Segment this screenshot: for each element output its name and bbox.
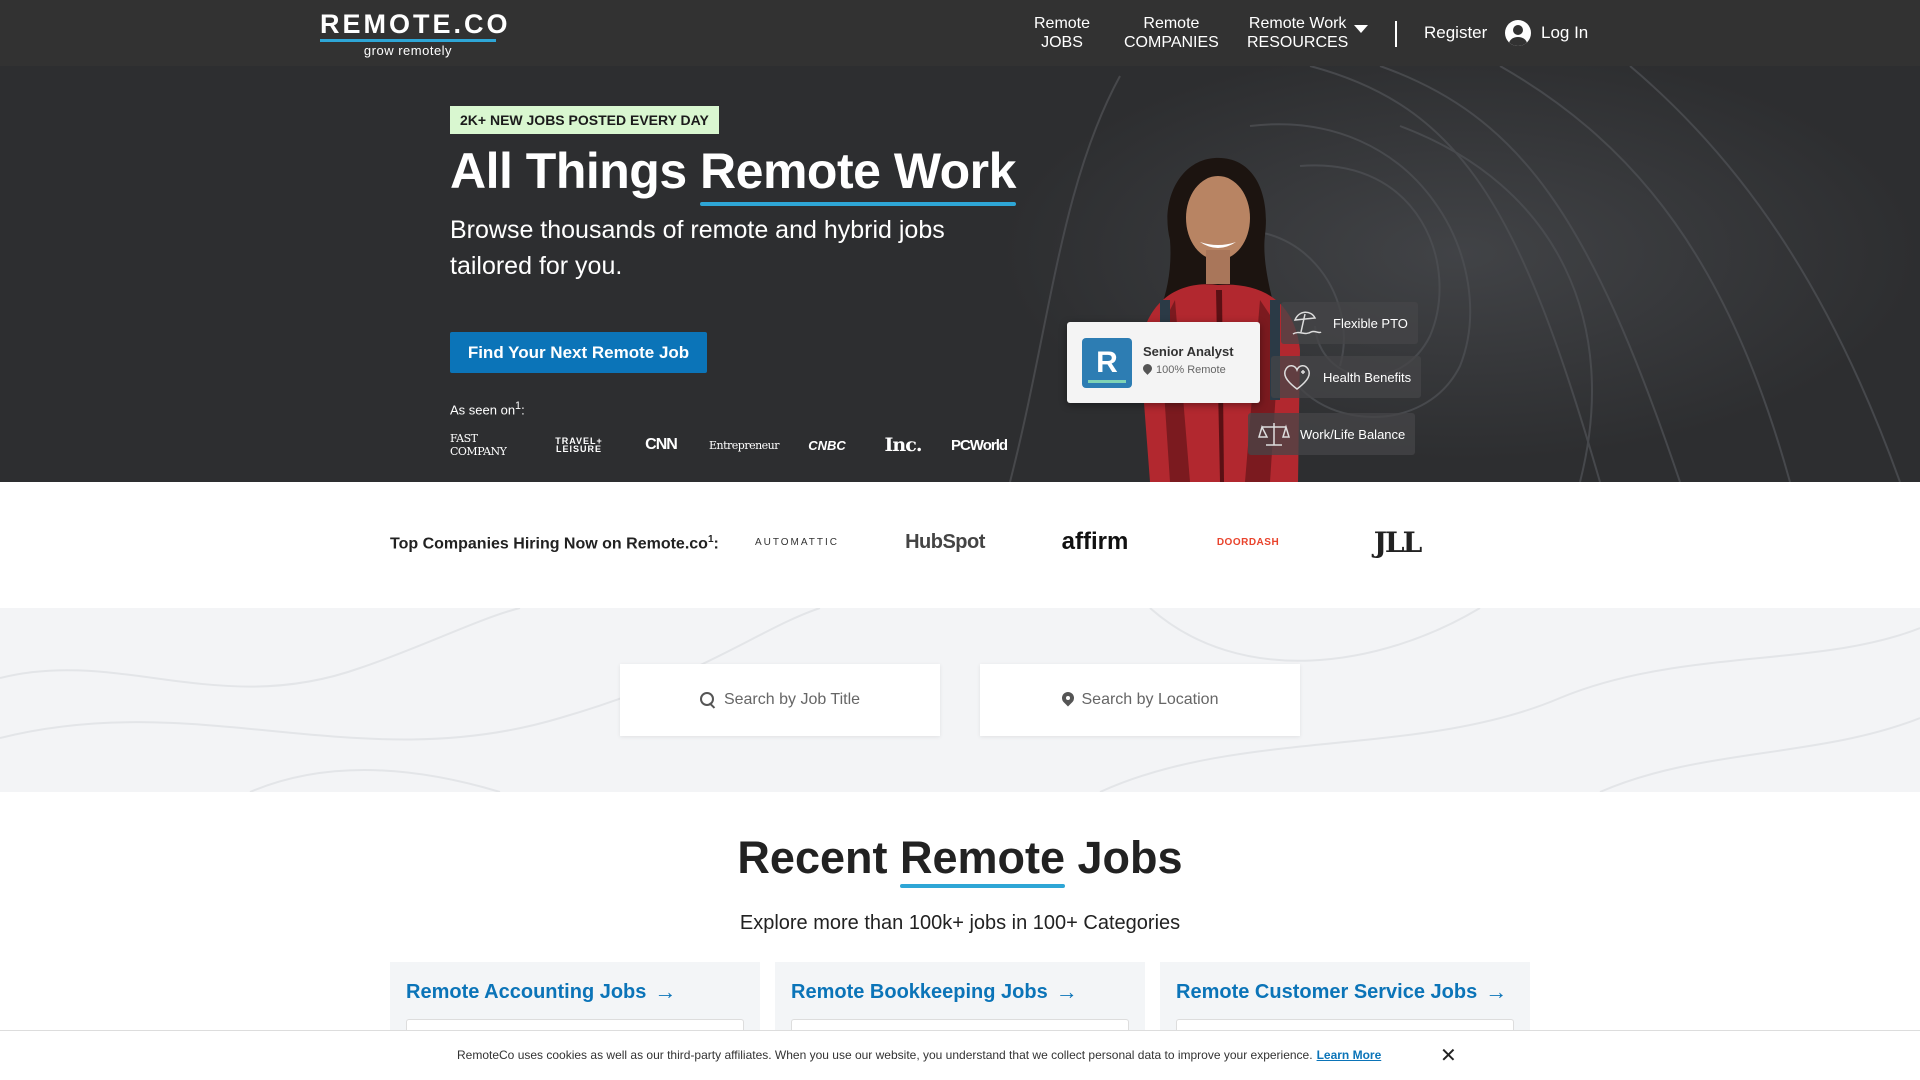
location-pin-icon [1062, 692, 1074, 708]
category-link-accounting-label: Remote Accounting Jobs [406, 980, 647, 1003]
top-navigation-bar: REMOTE.CO grow remotely Remote JOBS Remo… [0, 0, 1920, 66]
logo-underline [320, 39, 496, 42]
affirm-logo[interactable]: affirm [1040, 522, 1150, 562]
hero-title: All Things Remote Work [450, 142, 1016, 206]
nav-divider [1395, 21, 1397, 47]
recent-jobs-subtitle: Explore more than 100k+ jobs in 100+ Cat… [739, 912, 1181, 934]
hero-title-highlight: Remote Work [700, 143, 1016, 206]
recent-jobs-title: Recent Remote Jobs [0, 832, 1920, 888]
perk-health-benefits-label: Health Benefits [1323, 369, 1412, 385]
job-preview-card: R Senior Analyst 100% Remote [1067, 322, 1260, 403]
job-card-location-text: 100% Remote [1156, 364, 1226, 376]
chevron-down-icon [1354, 25, 1369, 33]
nav-remote-jobs-line2: JOBS [1041, 34, 1083, 51]
company-logo-icon: R [1082, 338, 1132, 388]
search-section: Search by Job Title Search by Location [0, 608, 1920, 792]
as-seen-on-label: As seen on1: [450, 400, 525, 418]
job-title-search-input[interactable]: Search by Job Title [620, 664, 940, 736]
nav-remote-companies-line1: Remote [1143, 15, 1200, 32]
nav-remote-companies-line2: COMPANIES [1124, 34, 1219, 51]
fast-company-logo: FAST COMPANY [450, 432, 507, 458]
cookie-message: RemoteCo uses cookies as well as our thi… [457, 1048, 1381, 1062]
category-link-bookkeeping-label: Remote Bookkeeping Jobs [791, 980, 1048, 1003]
cookie-banner: RemoteCo uses cookies as well as our thi… [0, 1030, 1920, 1080]
perk-work-life-balance-label: Work/Life Balance [1300, 426, 1406, 442]
nav-remote-companies[interactable]: Remote COMPANIES [1124, 14, 1219, 52]
remote-co-logo[interactable]: REMOTE.CO grow remotely [320, 10, 511, 58]
balance-scale-icon [1258, 423, 1290, 446]
heart-icon [1284, 365, 1310, 390]
register-link[interactable]: Register [1424, 23, 1487, 43]
category-link-bookkeeping[interactable]: Remote Bookkeeping Jobs → [791, 979, 1078, 1005]
job-card-location: 100% Remote [1143, 364, 1226, 376]
entrepreneur-logo: Entrepreneur [708, 438, 780, 452]
top-companies-label: Top Companies Hiring Now on Remote.co1: [390, 534, 719, 553]
cookie-message-text: RemoteCo uses cookies as well as our thi… [457, 1048, 1313, 1062]
top-companies-text: Top Companies Hiring Now on Remote.co [390, 535, 708, 553]
category-link-customer-service[interactable]: Remote Customer Service Jobs → [1176, 979, 1507, 1005]
login-label: Log In [1541, 23, 1589, 42]
nav-remote-jobs-line1: Remote [1034, 15, 1091, 32]
category-link-accounting[interactable]: Remote Accounting Jobs → [406, 979, 676, 1005]
logo-wordmark: REMOTE.CO [320, 9, 511, 39]
top-companies-section: Top Companies Hiring Now on Remote.co1: … [0, 482, 1920, 608]
cnbc-logo: CNBC [808, 437, 846, 453]
as-seen-on-text: As seen on [450, 402, 516, 418]
doordash-logo[interactable]: DOORDASH [1193, 522, 1303, 562]
location-pin-icon [1143, 364, 1152, 376]
press-logos: FAST COMPANY TRAVEL+ LEISURE CNN Entrepr… [450, 432, 1014, 458]
travel-leisure-logo: TRAVEL+ LEISURE [555, 436, 603, 454]
logo-tagline: grow remotely [363, 43, 453, 58]
login-link[interactable]: Log In [1505, 20, 1588, 46]
job-title-search-placeholder: Search by Job Title [723, 691, 861, 708]
location-search-placeholder: Search by Location [1081, 691, 1219, 708]
nav-resources-line2: RESOURCES [1247, 34, 1349, 51]
cnn-logo: CNN [645, 436, 678, 453]
beach-umbrella-icon [1292, 311, 1322, 335]
nav-remote-work-resources[interactable]: Remote Work RESOURCES [1247, 14, 1369, 52]
as-seen-on-footnote: 1 [515, 400, 522, 412]
close-icon[interactable]: ✕ [1440, 1043, 1457, 1068]
new-jobs-badge: 2K+ NEW JOBS POSTED EVERY DAY [450, 106, 719, 134]
recent-title-highlight: Remote [899, 832, 1066, 888]
arrow-right-icon: → [654, 979, 677, 1004]
perk-health-benefits: Health Benefits [1271, 356, 1422, 398]
category-link-customer-service-label: Remote Customer Service Jobs [1176, 980, 1478, 1003]
top-companies-footnote: 1 [707, 534, 714, 545]
recent-title-part2: Jobs [1065, 832, 1183, 883]
jll-logo[interactable]: JLL [1342, 522, 1452, 562]
automattic-logo[interactable]: AUTOMATTIC [742, 522, 852, 562]
nav-remote-jobs[interactable]: Remote JOBS [1034, 14, 1090, 52]
hero-subtitle: Browse thousands of remote and hybrid jo… [450, 216, 945, 280]
cookie-learn-more-link[interactable]: Learn More [1317, 1048, 1382, 1062]
arrow-right-icon: → [1055, 979, 1078, 1004]
pcworld-logo: PCWorld [950, 436, 1008, 454]
perk-flexible-pto-label: Flexible PTO [1333, 315, 1408, 331]
perk-flexible-pto: Flexible PTO [1281, 302, 1418, 344]
recent-title-part1: Recent [737, 832, 900, 883]
find-remote-job-button[interactable]: Find Your Next Remote Job [450, 332, 707, 373]
hubspot-logo[interactable]: HubSpot [890, 522, 1000, 562]
hero-section: 2K+ NEW JOBS POSTED EVERY DAY All Things… [0, 66, 1920, 482]
perk-work-life-balance: Work/Life Balance [1248, 413, 1416, 455]
hero-title-text: All Things [450, 143, 701, 199]
arrow-right-icon: → [1485, 979, 1508, 1004]
search-icon [699, 692, 716, 708]
inc-logo: Inc. [884, 434, 923, 456]
nav-resources-line1: Remote Work [1248, 15, 1347, 32]
user-avatar-icon [1505, 20, 1531, 46]
job-card-title: Senior Analyst [1143, 344, 1234, 359]
location-search-input[interactable]: Search by Location [980, 664, 1300, 736]
search-background-pattern [0, 608, 1920, 792]
